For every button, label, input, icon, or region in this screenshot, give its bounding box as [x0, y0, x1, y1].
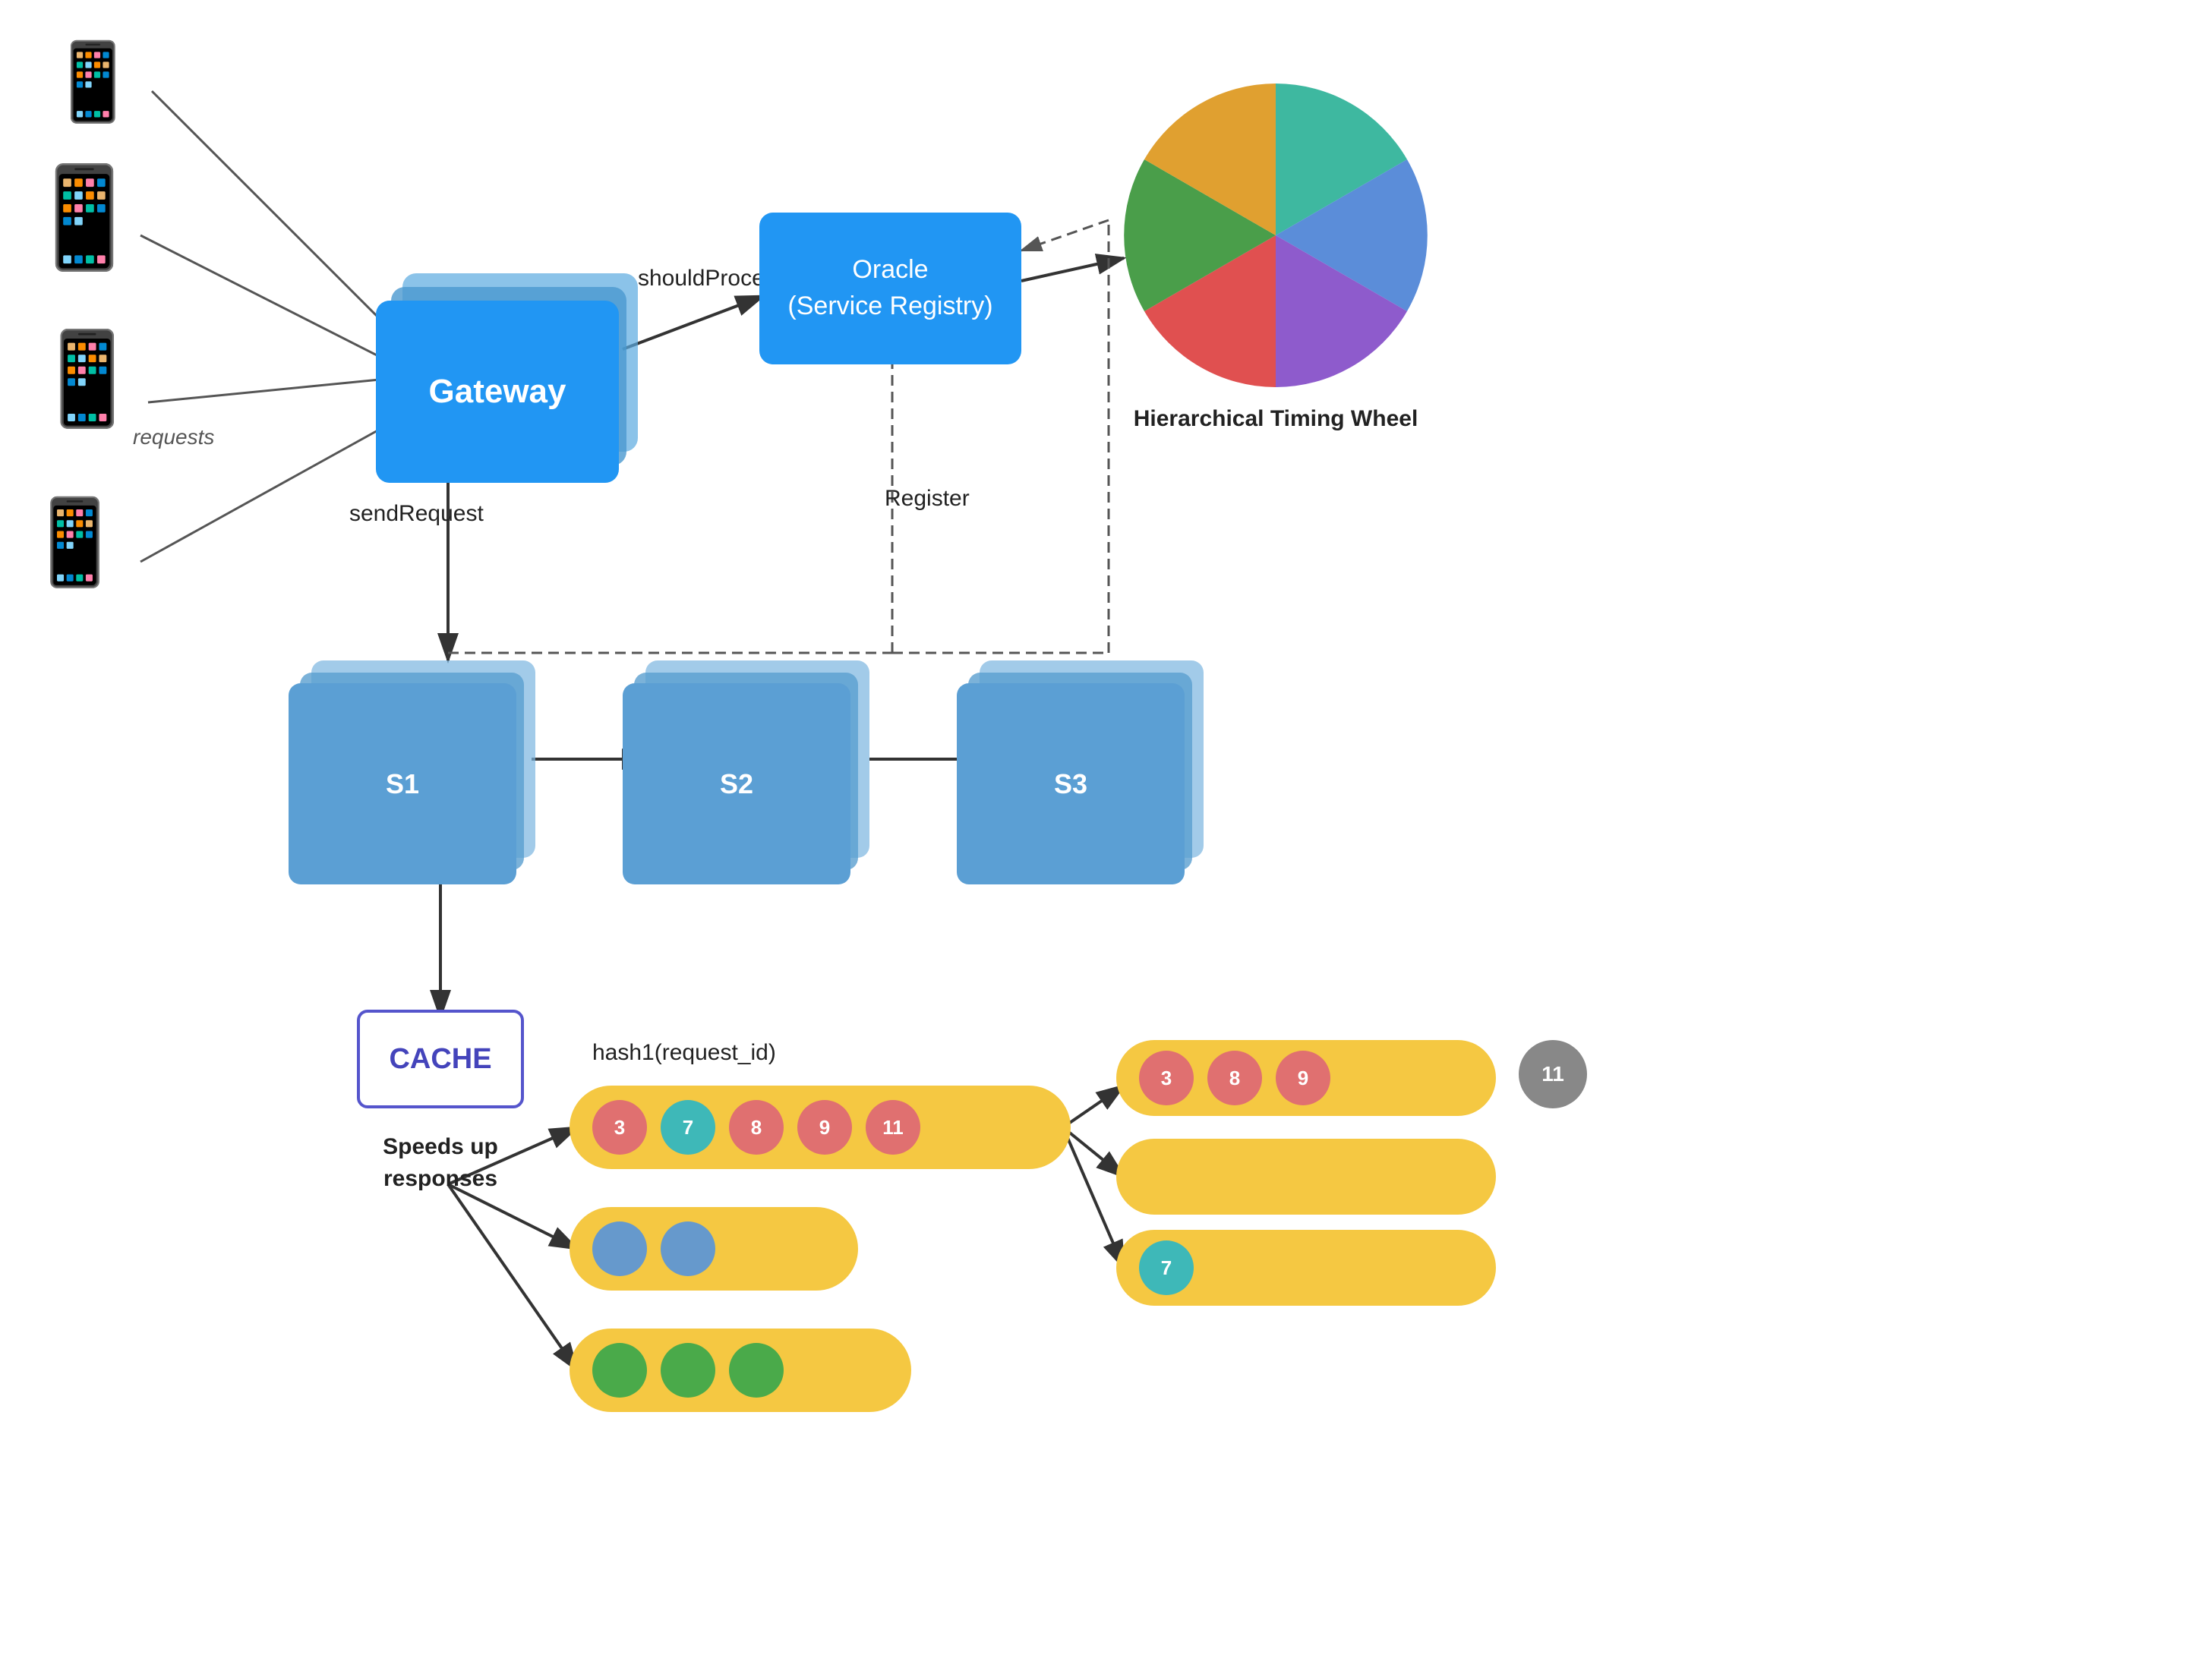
- hash-circle-9: 9: [797, 1100, 852, 1155]
- phone-3: 📱: [30, 326, 144, 433]
- output-row-1: 3 8 9: [1116, 1040, 1496, 1116]
- hash-circle-g1: [592, 1343, 647, 1398]
- diagram-container: 📱 📱 📱 📱 requests Gateway sendRequest sho…: [0, 0, 2193, 1680]
- s1-label: S1: [386, 768, 419, 800]
- hash1-label: hash1(request_id): [592, 1040, 776, 1066]
- gateway-label: Gateway: [429, 373, 566, 411]
- hash-circle-g2: [661, 1343, 715, 1398]
- hash-row-1: 3 7 8 9 11: [570, 1086, 1071, 1169]
- s3-label: S3: [1054, 768, 1087, 800]
- phone-2: 📱: [23, 159, 146, 276]
- cache-sublabel: Speeds up responses: [327, 1131, 554, 1195]
- requests-label: requests: [133, 425, 214, 449]
- gateway-card: Gateway: [376, 301, 619, 483]
- register-label: Register: [885, 486, 970, 512]
- out-circle-8: 8: [1207, 1051, 1262, 1105]
- send-request-label: sendRequest: [349, 501, 484, 527]
- out-circle-7: 7: [1139, 1240, 1194, 1295]
- cache-box: CACHE: [357, 1010, 524, 1108]
- hash-circle-11: 11: [866, 1100, 920, 1155]
- timing-wheel-svg: [1124, 84, 1428, 387]
- hash-circle-b1: [592, 1221, 647, 1276]
- hash-circle-8: 8: [729, 1100, 784, 1155]
- oracle-box: Oracle(Service Registry): [759, 213, 1021, 364]
- timing-wheel-container: [1124, 84, 1428, 387]
- output-row-3: 7: [1116, 1230, 1496, 1306]
- hash-circle-7: 7: [661, 1100, 715, 1155]
- phone-4: 📱: [23, 493, 127, 591]
- oracle-label: Oracle(Service Registry): [787, 252, 992, 324]
- hash-row-2: [570, 1207, 858, 1291]
- out-circle-3: 3: [1139, 1051, 1194, 1105]
- hash-circle-3: 3: [592, 1100, 647, 1155]
- s2-label: S2: [720, 768, 753, 800]
- out-circle-9: 9: [1276, 1051, 1330, 1105]
- phone-1: 📱: [46, 38, 140, 127]
- hash-row-3: [570, 1329, 911, 1412]
- gray-circle-11: 11: [1519, 1040, 1587, 1108]
- timing-wheel-label: Hierarchical Timing Wheel: [1109, 406, 1443, 432]
- hash-circle-g3: [729, 1343, 784, 1398]
- output-row-2: [1116, 1139, 1496, 1215]
- cache-label: CACHE: [389, 1043, 491, 1076]
- hash-circle-b2: [661, 1221, 715, 1276]
